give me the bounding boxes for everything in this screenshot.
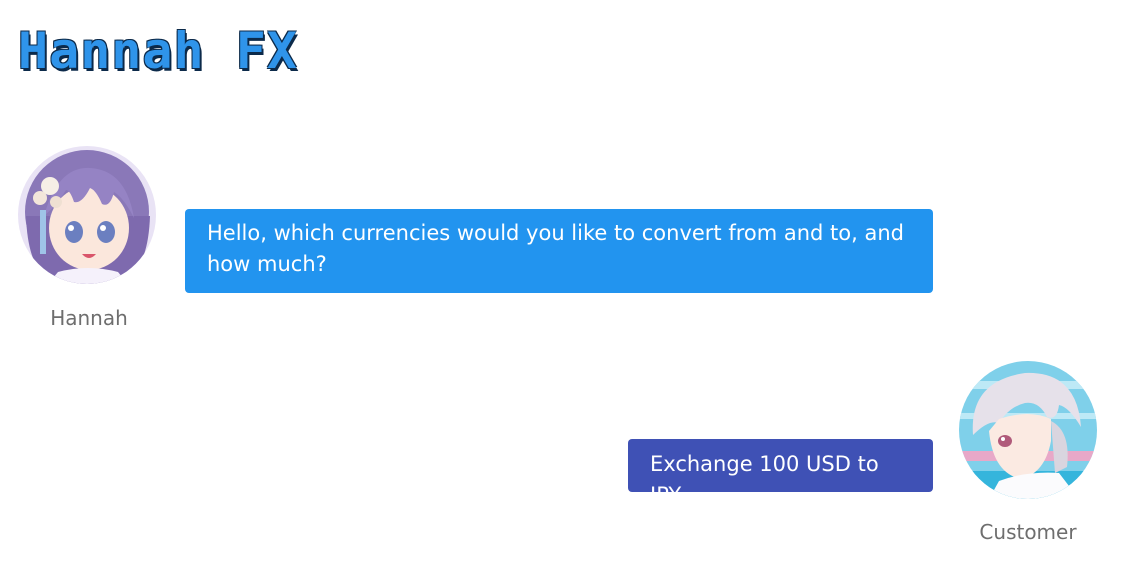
user-message-bubble: Exchange 100 USD to JPY — [628, 439, 933, 507]
hannah-avatar — [18, 146, 156, 284]
app-logo: Hannah FX — [18, 22, 298, 80]
sender-name-customer: Customer — [979, 520, 1077, 544]
agent-message-bubble: Hello, which currencies would you like t… — [185, 209, 933, 293]
customer-avatar — [959, 361, 1097, 499]
sender-name-hannah: Hannah — [50, 306, 128, 330]
